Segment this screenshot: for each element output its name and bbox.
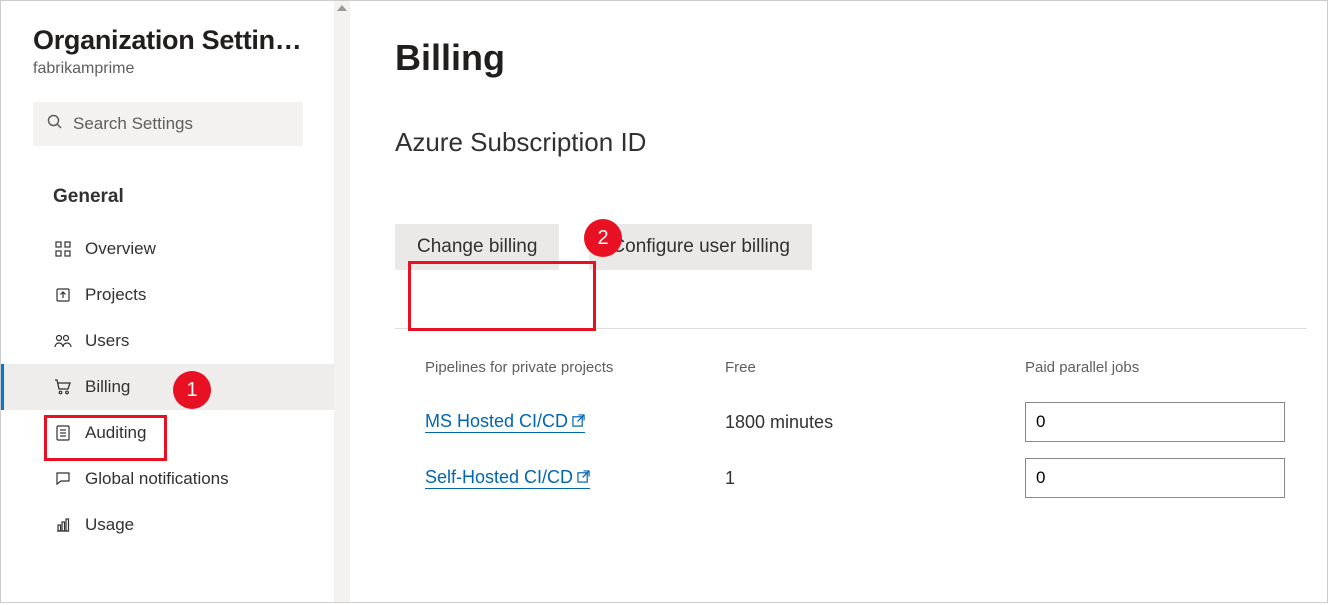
sidebar-item-label: Overview — [85, 239, 156, 259]
free-value: 1800 minutes — [725, 412, 1025, 433]
sidebar: Organization Settin… fabrikamprime Gener… — [1, 1, 335, 602]
sidebar-section-general: General — [53, 186, 318, 208]
sidebar-item-label: Auditing — [85, 423, 146, 443]
link-label: MS Hosted CI/CD — [425, 411, 568, 432]
paid-jobs-input-self[interactable] — [1025, 458, 1285, 498]
self-hosted-link[interactable]: Self-Hosted CI/CD — [425, 467, 590, 489]
grid-icon — [53, 241, 73, 257]
sidebar-item-billing[interactable]: Billing — [1, 364, 334, 410]
main-content: Billing Azure Subscription ID Change bil… — [335, 1, 1327, 602]
sidebar-item-overview[interactable]: Overview — [1, 226, 334, 272]
configure-user-billing-button[interactable]: Configure user billing — [589, 224, 812, 270]
table-row: MS Hosted CI/CD 1800 minutes — [425, 394, 1297, 450]
table-row: Self-Hosted CI/CD 1 — [425, 450, 1297, 506]
sidebar-subtitle: fabrikamprime — [33, 60, 318, 78]
chart-icon — [53, 517, 73, 533]
sidebar-item-usage[interactable]: Usage — [1, 502, 334, 548]
pipelines-table: Pipelines for private projects Free Paid… — [395, 359, 1307, 506]
chat-icon — [53, 471, 73, 487]
sidebar-item-label: Users — [85, 331, 129, 351]
callout-badge-2: 2 — [584, 219, 622, 257]
free-value: 1 — [725, 468, 1025, 489]
col-header-free: Free — [725, 359, 1025, 376]
callout-badge-1: 1 — [173, 371, 211, 409]
external-link-icon — [572, 411, 585, 432]
sidebar-item-auditing[interactable]: Auditing — [1, 410, 334, 456]
col-header-pipelines: Pipelines for private projects — [425, 359, 725, 376]
billing-button-row: Change billing Configure user billing — [395, 224, 1307, 270]
sidebar-item-users[interactable]: Users — [1, 318, 334, 364]
link-label: Self-Hosted CI/CD — [425, 467, 573, 488]
sidebar-item-projects[interactable]: Projects — [1, 272, 334, 318]
external-link-icon — [577, 467, 590, 488]
sidebar-item-label: Usage — [85, 515, 134, 535]
search-settings-box[interactable] — [33, 102, 303, 146]
sidebar-item-global-notifications[interactable]: Global notifications — [1, 456, 334, 502]
col-header-paid: Paid parallel jobs — [1025, 359, 1297, 376]
search-icon — [47, 114, 63, 134]
sidebar-item-label: Global notifications — [85, 469, 229, 489]
paid-jobs-input-ms[interactable] — [1025, 402, 1285, 442]
change-billing-button[interactable]: Change billing — [395, 224, 559, 270]
sidebar-item-label: Projects — [85, 285, 146, 305]
upload-icon — [53, 287, 73, 303]
table-header-row: Pipelines for private projects Free Paid… — [425, 359, 1297, 376]
cart-icon — [53, 379, 73, 395]
section-divider — [395, 328, 1307, 329]
list-icon — [53, 425, 73, 441]
page-title: Billing — [395, 37, 1307, 79]
subscription-heading: Azure Subscription ID — [395, 127, 1307, 158]
users-icon — [53, 333, 73, 349]
search-input[interactable] — [73, 114, 289, 134]
sidebar-item-label: Billing — [85, 377, 130, 397]
ms-hosted-link[interactable]: MS Hosted CI/CD — [425, 411, 585, 433]
sidebar-title: Organization Settin… — [33, 25, 313, 56]
